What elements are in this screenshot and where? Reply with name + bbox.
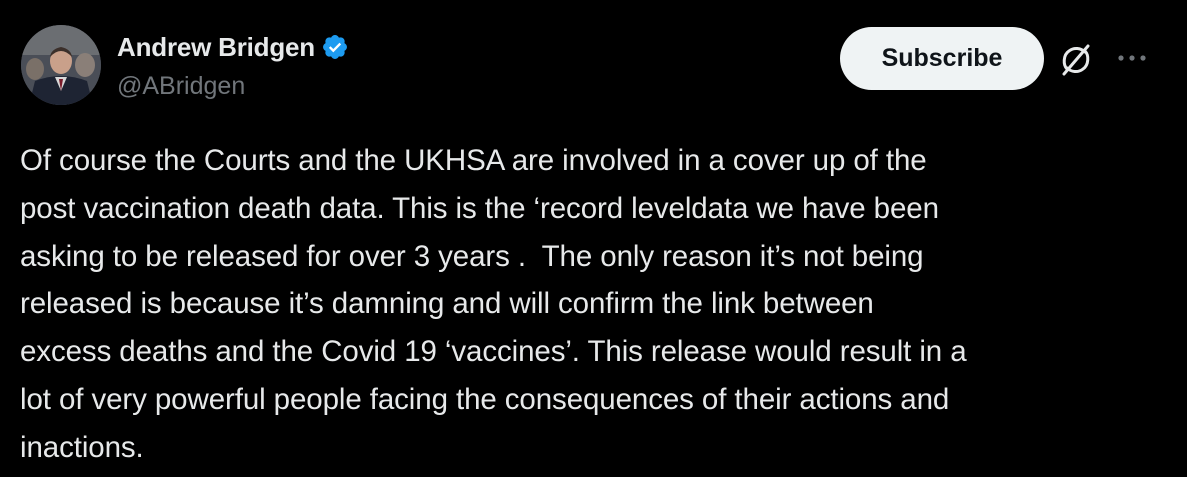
grok-icon[interactable] (1057, 41, 1095, 79)
verified-badge-icon[interactable] (321, 33, 349, 61)
tweet-text: Of course the Courts and the UKHSA are i… (20, 144, 967, 464)
subscribe-button[interactable]: Subscribe (840, 27, 1044, 90)
tweet: Andrew Bridgen @ABridgen Subscribe Of co… (0, 0, 1187, 477)
author-name-row[interactable]: Andrew Bridgen (117, 30, 349, 64)
avatar[interactable] (21, 25, 101, 105)
more-options-icon[interactable] (1114, 46, 1150, 70)
avatar-photo (21, 25, 101, 105)
author-display-name[interactable]: Andrew Bridgen (117, 32, 315, 63)
author-handle[interactable]: @ABridgen (117, 72, 245, 101)
